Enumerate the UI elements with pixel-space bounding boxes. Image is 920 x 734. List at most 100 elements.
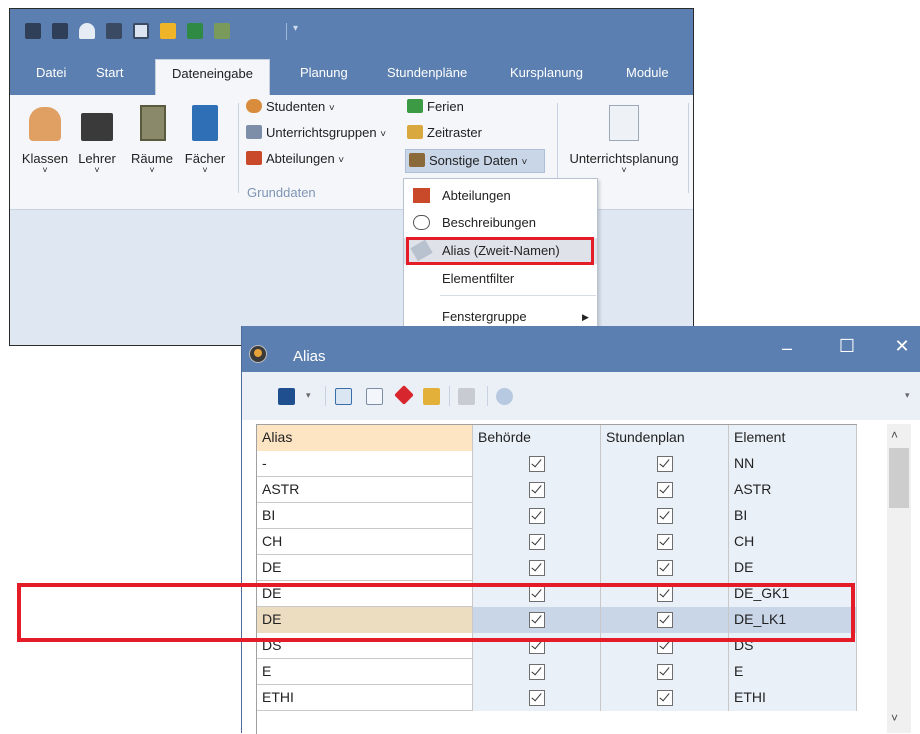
- behoerde-checkbox[interactable]: [528, 456, 545, 472]
- tab-kursplanung[interactable]: Kursplanung: [510, 65, 583, 80]
- sonstige-daten-button[interactable]: Sonstige Daten ˅: [405, 149, 545, 173]
- graduation-cap-icon: [81, 113, 113, 141]
- table-row[interactable]: - NN: [257, 451, 857, 477]
- unterrichtsgruppen-button[interactable]: Unterrichtsgruppen ˅: [246, 125, 386, 140]
- vertical-scrollbar[interactable]: ˄ ˅: [887, 424, 911, 733]
- student-icon: [246, 99, 262, 113]
- toolbar-separator: [487, 386, 488, 406]
- settings-icon[interactable]: [160, 23, 176, 39]
- klassen-button[interactable]: Klassen ˅: [20, 105, 70, 185]
- scrollbar-thumb[interactable]: [889, 448, 909, 508]
- palm-tree-icon: [407, 99, 423, 113]
- trash-icon[interactable]: [458, 388, 475, 405]
- grid-schedule-icon: [407, 125, 423, 139]
- tab-dateneingabe[interactable]: Dateneingabe: [155, 59, 270, 95]
- tab-stundenplaene[interactable]: Stundenpläne: [387, 65, 467, 80]
- toolbar-separator: [325, 386, 326, 406]
- close-button[interactable]: ✕: [887, 336, 917, 357]
- undo-icon[interactable]: [79, 23, 95, 39]
- menu-item-beschreibungen[interactable]: Beschreibungen: [404, 210, 597, 236]
- house-icon: [413, 188, 430, 203]
- column-header-alias[interactable]: Alias: [257, 425, 473, 451]
- export-excel-icon[interactable]: [187, 23, 203, 39]
- chevron-down-icon: ˅: [521, 157, 528, 168]
- behoerde-checkbox[interactable]: [528, 560, 545, 576]
- customize-toolbar-icon[interactable]: ▾: [293, 23, 298, 34]
- tab-planung[interactable]: Planung: [300, 65, 348, 80]
- open-icon[interactable]: [25, 23, 41, 39]
- stundenplan-checkbox[interactable]: [656, 664, 673, 680]
- stundenplan-checkbox[interactable]: [656, 508, 673, 524]
- chevron-down-icon: ˅: [328, 103, 335, 114]
- chevron-down-icon[interactable]: ▾: [306, 390, 311, 401]
- column-header-behoerde[interactable]: Behörde: [473, 425, 601, 451]
- lehrer-button[interactable]: Lehrer ˅: [72, 105, 122, 185]
- table-row[interactable]: BI BI: [257, 503, 857, 529]
- alias-toolbar: ▾ ▾: [242, 372, 920, 420]
- column-header-element[interactable]: Element: [729, 425, 857, 451]
- behoerde-checkbox[interactable]: [528, 690, 545, 706]
- window-title: Alias: [293, 348, 326, 365]
- toolbar-overflow-icon[interactable]: ▾: [905, 390, 910, 401]
- chevron-down-icon: ˅: [94, 165, 100, 175]
- refresh-icon[interactable]: [496, 388, 513, 405]
- print-icon[interactable]: [106, 23, 122, 39]
- add-table-icon[interactable]: [335, 388, 352, 405]
- behoerde-checkbox[interactable]: [528, 508, 545, 524]
- save-icon[interactable]: [278, 388, 295, 405]
- groups-icon: [246, 125, 262, 139]
- chevron-down-icon: ˅: [338, 155, 345, 166]
- data-icon: [409, 153, 425, 167]
- tab-module[interactable]: Module: [626, 65, 669, 80]
- unterrichtsplanung-button[interactable]: Unterrichtsplanung ˅: [565, 105, 683, 185]
- zeitraster-button[interactable]: Zeitraster: [407, 125, 482, 140]
- table-row[interactable]: ETHI ETHI: [257, 685, 857, 711]
- edit-list-icon[interactable]: [423, 388, 440, 405]
- highlight-box: [406, 237, 594, 265]
- alias-window: Alias ‒ ☐ ✕ ▾ ▾ Alias Behörde Stundenpla…: [241, 326, 920, 734]
- chevron-down-icon: ˅: [149, 165, 155, 175]
- alias-title-bar[interactable]: Alias ‒ ☐ ✕: [242, 326, 920, 372]
- chevron-down-icon: ˅: [202, 165, 208, 175]
- minimize-button[interactable]: ‒: [772, 338, 802, 359]
- table-row[interactable]: ASTR ASTR: [257, 477, 857, 503]
- stundenplan-checkbox[interactable]: [656, 690, 673, 706]
- chevron-down-icon: ˅: [380, 129, 387, 140]
- table-row[interactable]: DE DE: [257, 555, 857, 581]
- menu-item-abteilungen[interactable]: Abteilungen: [404, 183, 597, 209]
- behoerde-checkbox[interactable]: [528, 482, 545, 498]
- maximize-button[interactable]: ☐: [832, 336, 862, 357]
- behoerde-checkbox[interactable]: [528, 534, 545, 550]
- menu-item-elementfilter[interactable]: Elementfilter: [404, 266, 597, 292]
- ribbon-tabs: Datei Start Dateneingabe Planung Stunden…: [10, 53, 693, 95]
- ferien-button[interactable]: Ferien: [407, 99, 464, 114]
- delete-icon[interactable]: [394, 385, 414, 405]
- new-row-icon[interactable]: [366, 388, 383, 405]
- group-label-grunddaten: Grunddaten: [247, 185, 316, 200]
- print-preview-icon[interactable]: [133, 23, 149, 39]
- abteilungen-button[interactable]: Abteilungen ˅: [246, 151, 344, 166]
- chevron-down-icon: ˅: [621, 165, 627, 175]
- students-group-icon: [29, 107, 61, 141]
- column-header-stundenplan[interactable]: Stundenplan: [601, 425, 729, 451]
- save-icon[interactable]: [52, 23, 68, 39]
- table-row[interactable]: CH CH: [257, 529, 857, 555]
- table-row[interactable]: E E: [257, 659, 857, 685]
- scroll-up-icon[interactable]: ˄: [891, 428, 898, 442]
- stundenplan-checkbox[interactable]: [656, 560, 673, 576]
- tab-datei[interactable]: Datei: [36, 65, 66, 80]
- tab-start[interactable]: Start: [96, 65, 123, 80]
- scroll-down-icon[interactable]: ˅: [891, 711, 898, 725]
- import-icon[interactable]: [214, 23, 230, 39]
- door-icon: [140, 105, 166, 141]
- menu-separator: [440, 295, 596, 296]
- studenten-button[interactable]: Studenten ˅: [246, 99, 335, 114]
- submenu-arrow-icon: ▶: [582, 312, 589, 322]
- raeume-button[interactable]: Räume ˅: [127, 105, 177, 185]
- behoerde-checkbox[interactable]: [528, 664, 545, 680]
- stundenplan-checkbox[interactable]: [656, 534, 673, 550]
- table-header: Alias Behörde Stundenplan Element: [257, 425, 857, 451]
- stundenplan-checkbox[interactable]: [656, 482, 673, 498]
- stundenplan-checkbox[interactable]: [656, 456, 673, 472]
- faecher-button[interactable]: Fächer ˅: [180, 105, 230, 185]
